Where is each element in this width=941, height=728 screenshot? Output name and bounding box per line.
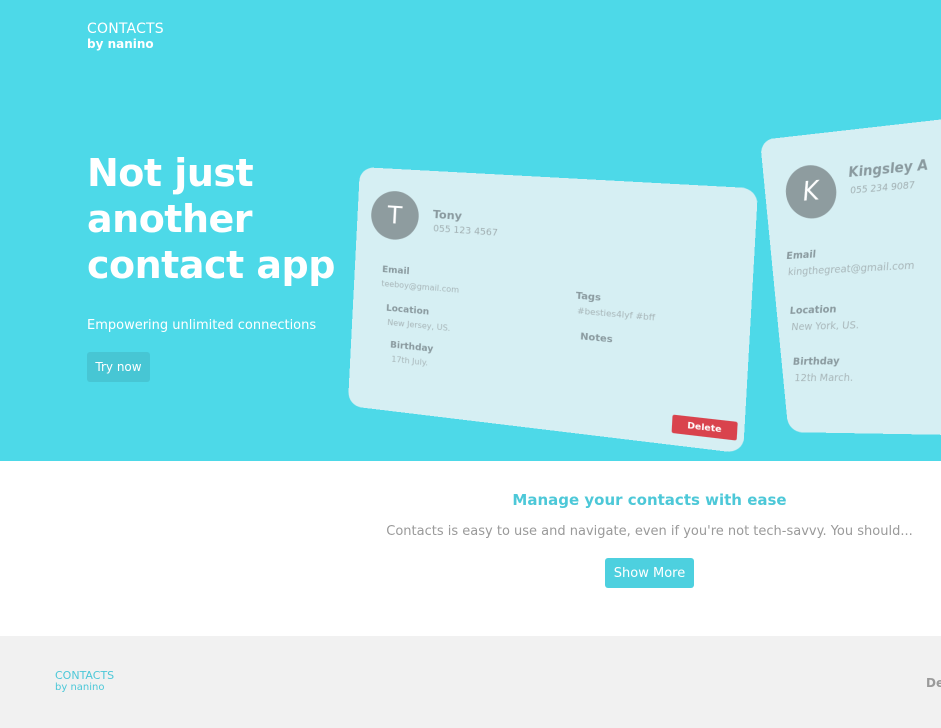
email-label: Email (381, 264, 410, 278)
tags-label: Tags (575, 291, 602, 304)
contact-card-kingsley: K Kingsley A 055 234 9087 Email kingtheg… (760, 112, 941, 437)
avatar: K (783, 162, 839, 221)
hero-subheading: Empowering unlimited connections (87, 318, 317, 333)
email-value: teeboy@gmail.com (381, 278, 460, 295)
email-value: kingthegreat@gmail.com (787, 260, 916, 279)
hero-headline: Not just another contact app (87, 151, 335, 287)
birthday-value: 12th March. (794, 372, 854, 385)
delete-button[interactable]: Delete (671, 414, 738, 441)
features-title: Manage your contacts with ease (512, 491, 787, 509)
features-text: Contacts is easy to use and navigate, ev… (386, 524, 913, 539)
logo-title: CONTACTS (87, 21, 164, 37)
contact-phone: 055 123 4567 (432, 224, 499, 239)
logo-subtitle: by nanino (87, 37, 154, 51)
show-more-button[interactable]: Show More (605, 558, 694, 588)
avatar: T (370, 189, 420, 242)
features-section: Manage your contacts with ease Contacts … (0, 461, 941, 636)
birthday-label: Birthday (389, 340, 434, 355)
footer-logo-subtitle: by nanino (55, 682, 105, 693)
location-value: New Jersey, US. (387, 317, 451, 334)
email-label: Email (785, 249, 817, 263)
tags-value: #besties4lyf #bff (576, 306, 656, 323)
contact-name: Tony (432, 207, 463, 223)
contact-phone: 055 234 9087 (849, 180, 916, 197)
hero-section: CONTACTS by nanino Not just another cont… (0, 0, 941, 461)
notes-label: Notes (579, 331, 613, 346)
footer-logo[interactable]: CONTACTS by nanino (55, 670, 114, 693)
location-value: New York, US. (790, 319, 860, 334)
birthday-label: Birthday (792, 355, 841, 368)
contact-card-tony: T Tony 055 123 4567 Email teeboy@gmail.c… (347, 167, 759, 454)
birthday-value: 17th July. (391, 354, 429, 368)
header-logo[interactable]: CONTACTS by nanino (87, 22, 164, 50)
footer-link[interactable]: De (926, 676, 941, 690)
try-now-button[interactable]: Try now (87, 352, 150, 382)
location-label: Location (789, 303, 838, 317)
footer: CONTACTS by nanino De (0, 636, 941, 728)
footer-logo-title: CONTACTS (55, 669, 115, 682)
location-label: Location (385, 303, 430, 318)
contact-name: Kingsley A (847, 157, 929, 182)
